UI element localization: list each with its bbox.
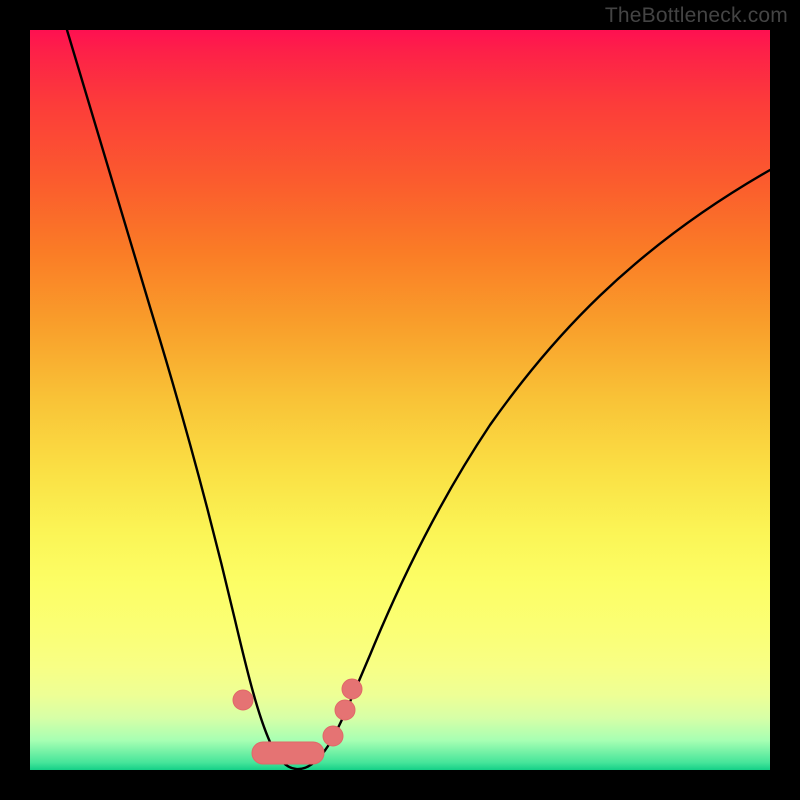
marker-dot — [323, 726, 343, 746]
marker-dot — [233, 690, 253, 710]
curve-layer — [30, 30, 770, 770]
marker-dot — [342, 679, 362, 699]
watermark-label: TheBottleneck.com — [605, 4, 788, 28]
marker-bar — [252, 742, 324, 764]
bottleneck-curve — [67, 30, 770, 769]
marker-dot — [335, 700, 355, 720]
plot-area — [30, 30, 770, 770]
chart-frame: TheBottleneck.com — [0, 0, 800, 800]
